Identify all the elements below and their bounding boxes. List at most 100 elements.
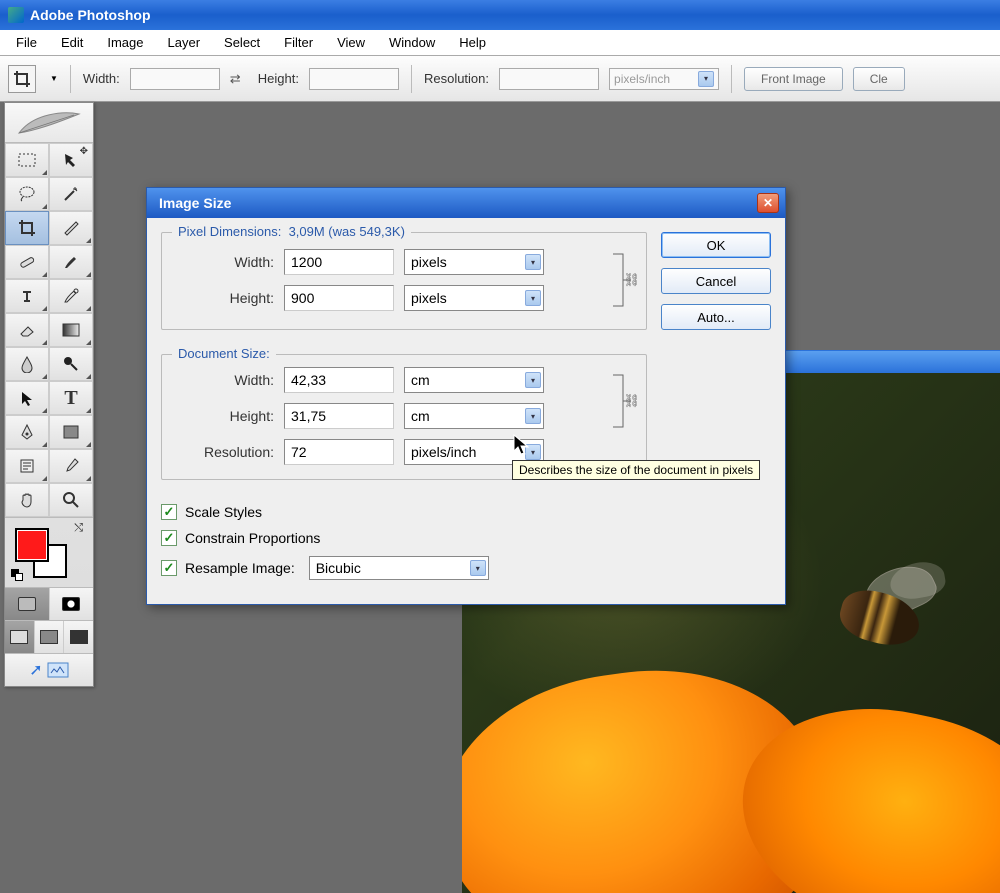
- options-width-input[interactable]: [130, 68, 220, 90]
- menu-window[interactable]: Window: [377, 32, 447, 53]
- notes-tool[interactable]: [5, 449, 49, 483]
- clear-button[interactable]: Cle: [853, 67, 905, 91]
- eyedropper-tool[interactable]: [49, 449, 93, 483]
- menu-select[interactable]: Select: [212, 32, 272, 53]
- clone-stamp-tool[interactable]: [5, 279, 49, 313]
- quickmask-icon: [62, 597, 80, 611]
- options-resolution-unit-combo[interactable]: pixels/inch ▾: [609, 68, 719, 90]
- chevron-down-icon[interactable]: ▼: [50, 74, 58, 83]
- path-select-tool[interactable]: [5, 381, 49, 415]
- default-colors-icon[interactable]: [11, 569, 27, 583]
- jump-to-imageready-button[interactable]: ➚: [5, 654, 93, 686]
- menu-image[interactable]: Image: [95, 32, 155, 53]
- doc-height-label: Height:: [172, 408, 274, 424]
- menu-file[interactable]: File: [4, 32, 49, 53]
- doc-width-label: Width:: [172, 372, 274, 388]
- pen-icon: [19, 423, 35, 441]
- options-resolution-input[interactable]: [499, 68, 599, 90]
- shape-tool[interactable]: [49, 415, 93, 449]
- zoom-tool[interactable]: [49, 483, 93, 517]
- screen-standard-button[interactable]: [5, 621, 35, 653]
- feather-icon: [14, 108, 84, 138]
- gradient-tool[interactable]: [49, 313, 93, 347]
- hand-tool[interactable]: [5, 483, 49, 517]
- crop-tool[interactable]: [5, 211, 49, 245]
- constrain-proportions-checkbox[interactable]: ✓ Constrain Proportions: [161, 530, 647, 546]
- note-icon: [19, 458, 35, 474]
- image-size-dialog: Image Size ✕ Pixel Dimensions: 3,09M (wa…: [146, 187, 786, 605]
- options-height-label: Height:: [258, 71, 299, 86]
- launch-icon: ➚: [29, 660, 42, 680]
- close-icon: ✕: [763, 196, 773, 210]
- pixel-width-input[interactable]: [284, 249, 394, 275]
- menu-view[interactable]: View: [325, 32, 377, 53]
- crop-icon: [13, 70, 31, 88]
- dialog-titlebar[interactable]: Image Size ✕: [147, 188, 785, 218]
- tools-header[interactable]: [5, 103, 93, 143]
- quickmask-mode-button[interactable]: [50, 588, 94, 620]
- pen-tool[interactable]: [5, 415, 49, 449]
- bandage-icon: [18, 253, 36, 271]
- pixel-height-unit-combo[interactable]: pixels ▾: [404, 285, 544, 311]
- dodge-tool[interactable]: [49, 347, 93, 381]
- doc-width-unit-combo[interactable]: cm ▾: [404, 367, 544, 393]
- pixel-dimensions-legend: Pixel Dimensions: 3,09M (was 549,3K): [172, 224, 411, 239]
- edit-mode-row: [5, 587, 93, 620]
- ok-button[interactable]: OK: [661, 232, 771, 258]
- document-size-legend: Document Size:: [172, 346, 276, 361]
- resample-method-combo[interactable]: Bicubic ▾: [309, 556, 489, 580]
- foreground-color[interactable]: [15, 528, 49, 562]
- doc-height-input[interactable]: [284, 403, 394, 429]
- mouse-cursor-icon: [512, 433, 532, 457]
- crop-icon: [18, 219, 36, 237]
- swap-dimensions-icon[interactable]: ⇄: [230, 71, 248, 87]
- close-button[interactable]: ✕: [757, 193, 779, 213]
- healing-brush-tool[interactable]: [5, 245, 49, 279]
- resample-image-checkbox[interactable]: ✓ Resample Image: Bicubic ▾: [161, 556, 647, 580]
- brush-tool[interactable]: [49, 245, 93, 279]
- screen-full-button[interactable]: [64, 621, 93, 653]
- pixel-height-label: Height:: [172, 290, 274, 306]
- screen-icon: [10, 630, 28, 644]
- history-brush-icon: [62, 287, 80, 305]
- marquee-tool[interactable]: [5, 143, 49, 177]
- slice-tool[interactable]: [49, 211, 93, 245]
- type-tool[interactable]: T: [49, 381, 93, 415]
- jump-row: ➚: [5, 653, 93, 686]
- doc-height-unit-combo[interactable]: cm ▾: [404, 403, 544, 429]
- menu-layer[interactable]: Layer: [156, 32, 213, 53]
- checkmark-icon: ✓: [161, 530, 177, 546]
- menu-filter[interactable]: Filter: [272, 32, 325, 53]
- standard-mode-button[interactable]: [5, 588, 50, 620]
- magic-wand-tool[interactable]: [49, 177, 93, 211]
- pixel-width-unit-combo[interactable]: pixels ▾: [404, 249, 544, 275]
- history-brush-tool[interactable]: [49, 279, 93, 313]
- menu-help[interactable]: Help: [447, 32, 498, 53]
- pixel-height-input[interactable]: [284, 285, 394, 311]
- move-tool[interactable]: ✥: [49, 143, 93, 177]
- doc-width-input[interactable]: [284, 367, 394, 393]
- auto-button[interactable]: Auto...: [661, 304, 771, 330]
- constrain-link-icon: ⛓: [608, 245, 636, 315]
- pixel-dimensions-group: Pixel Dimensions: 3,09M (was 549,3K) Wid…: [161, 232, 647, 330]
- standard-mode-icon: [18, 597, 36, 611]
- chevron-down-icon: ▾: [525, 290, 541, 306]
- eraser-tool[interactable]: [5, 313, 49, 347]
- menu-edit[interactable]: Edit: [49, 32, 95, 53]
- tool-preset-picker[interactable]: [8, 65, 36, 93]
- cancel-button[interactable]: Cancel: [661, 268, 771, 294]
- separator: [70, 65, 71, 93]
- separator: [411, 65, 412, 93]
- options-resolution-unit: pixels/inch: [614, 72, 670, 86]
- lasso-tool[interactable]: [5, 177, 49, 211]
- gradient-icon: [62, 323, 80, 337]
- doc-resolution-input[interactable]: [284, 439, 394, 465]
- swap-colors-icon[interactable]: ⤭: [74, 522, 83, 535]
- front-image-button[interactable]: Front Image: [744, 67, 843, 91]
- screen-full-menubar-button[interactable]: [35, 621, 65, 653]
- app-icon: [8, 7, 24, 23]
- scale-styles-checkbox[interactable]: ✓ Scale Styles: [161, 504, 647, 520]
- options-height-input[interactable]: [309, 68, 399, 90]
- blur-tool[interactable]: [5, 347, 49, 381]
- chevron-down-icon: ▾: [525, 254, 541, 270]
